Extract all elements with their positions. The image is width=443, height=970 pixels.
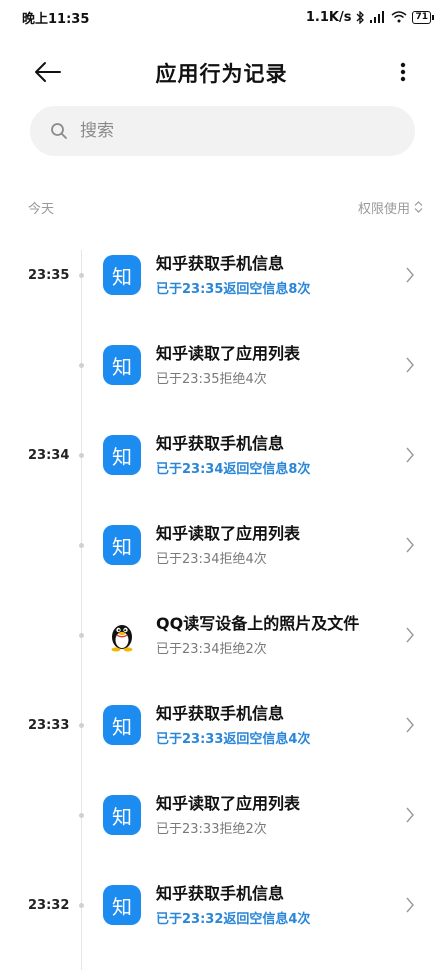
record-detail: 已于23:34拒绝4次 [156,552,267,567]
page-title: 应用行为记录 [155,62,288,86]
record-detail: 已于23:34拒绝2次 [156,642,267,657]
status-time: 晚上11:35 [22,11,90,27]
chevron-right-icon [406,807,414,823]
record-detail: 已于23:34返回空信息8次 [156,462,311,477]
search-input[interactable] [78,120,382,142]
status-icons: 1.1K/s 71 [305,9,434,25]
record-row[interactable]: 23:33 知 知乎获取手机信息 已于23:33返回空信息4次 [0,680,443,770]
chevron-right-icon [406,357,414,373]
arrow-left-icon[interactable] [32,58,64,86]
timeline-dot [79,273,84,278]
record-timeline: 23:35 知 知乎获取手机信息 已于23:35返回空信息8次 知 知乎读取了应… [0,210,443,970]
record-row[interactable]: QQ读写设备上的照片及文件 已于23:34拒绝2次 [0,590,443,680]
record-title: 知乎读取了应用列表 [156,344,301,363]
chevron-right-icon [406,537,414,553]
timeline-dot [79,363,84,368]
search-icon [51,123,67,139]
zhihu-app-icon: 知 [103,885,141,925]
record-row[interactable]: 知 知乎读取了应用列表 已于23:33拒绝2次 [0,770,443,860]
record-detail: 已于23:32返回空信息4次 [156,912,311,927]
qq-penguin-icon [103,615,141,655]
record-time: 23:34 [28,447,70,463]
status-bar: 晚上11:35 1.1K/s 71 [0,0,443,34]
signal-icon [370,11,385,23]
record-detail: 已于23:35拒绝4次 [156,372,267,387]
chevron-right-icon [406,267,414,283]
battery-icon: 71 [412,10,434,24]
chevron-right-icon [406,627,414,643]
record-time: 23:35 [28,267,70,283]
timeline-dot [79,543,84,548]
record-detail: 已于23:33返回空信息4次 [156,732,311,747]
record-title: 知乎获取手机信息 [156,884,285,903]
bluetooth-icon [357,10,365,24]
record-title: QQ读写设备上的照片及文件 [156,614,360,633]
record-detail: 已于23:35返回空信息8次 [156,282,311,297]
record-time: 23:33 [28,717,70,733]
record-title: 知乎读取了应用列表 [156,794,301,813]
app-bar: 应用行为记录 [0,48,443,98]
zhihu-app-icon: 知 [103,255,141,295]
zhihu-app-icon: 知 [103,705,141,745]
timeline-dot [79,903,84,908]
record-title: 知乎读取了应用列表 [156,524,301,543]
zhihu-app-icon: 知 [103,345,141,385]
record-time: 23:32 [28,897,70,913]
zhihu-app-icon: 知 [103,795,141,835]
chevron-right-icon [406,717,414,733]
search-bar[interactable] [30,106,415,156]
chevron-right-icon [406,897,414,913]
wifi-icon [391,11,407,23]
record-row[interactable]: 知 知乎读取了应用列表 已于23:35拒绝4次 [0,320,443,410]
record-row[interactable]: 23:35 知 知乎获取手机信息 已于23:35返回空信息8次 [0,230,443,320]
zhihu-app-icon: 知 [103,525,141,565]
timeline-dot [79,723,84,728]
record-row[interactable]: 23:34 知 知乎获取手机信息 已于23:34返回空信息8次 [0,410,443,500]
record-row[interactable]: 23:32 知 知乎获取手机信息 已于23:32返回空信息4次 [0,860,443,950]
record-title: 知乎获取手机信息 [156,254,285,273]
zhihu-app-icon: 知 [103,435,141,475]
record-title: 知乎获取手机信息 [156,434,285,453]
timeline-dot [79,633,84,638]
record-detail: 已于23:33拒绝2次 [156,822,267,837]
timeline-dot [79,813,84,818]
record-row[interactable]: 知 知乎读取了应用列表 已于23:34拒绝4次 [0,500,443,590]
record-title: 知乎获取手机信息 [156,704,285,723]
more-vertical-icon[interactable] [393,58,413,86]
chevron-right-icon [406,447,414,463]
timeline-dot [79,453,84,458]
network-speed: 1.1K/s [305,9,352,25]
